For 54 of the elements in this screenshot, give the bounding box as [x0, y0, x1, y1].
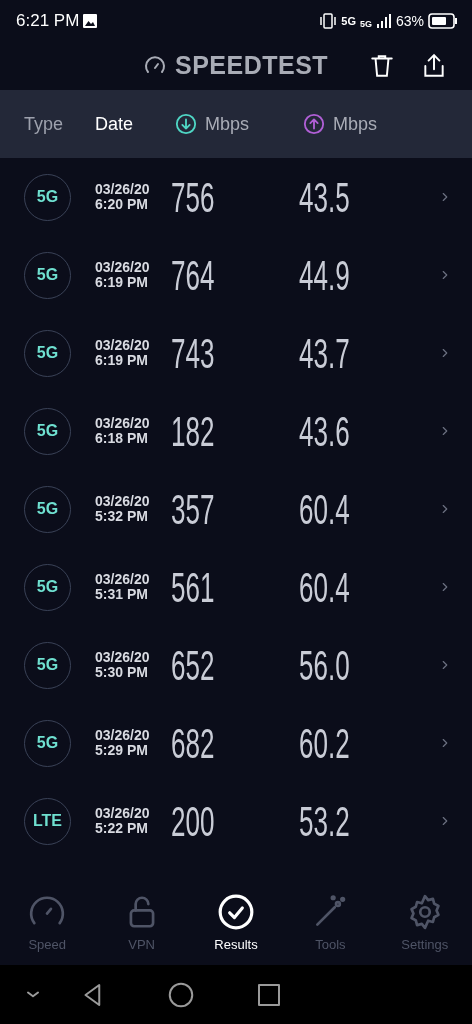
test-time: 6:18 PM [95, 431, 149, 447]
vibrate-icon [319, 13, 338, 29]
network-label: 5G [341, 13, 356, 29]
test-time: 5:29 PM [95, 743, 149, 759]
upload-speed: 60.4 [299, 562, 350, 613]
download-speed: 756 [171, 172, 215, 223]
download-speed: 182 [171, 406, 215, 457]
network-label: 5G [359, 18, 372, 32]
download-speed: 652 [171, 640, 215, 691]
signal-icon [375, 13, 392, 29]
upload-speed: 43.7 [299, 328, 350, 379]
app-title: SPEEDTEST [175, 50, 329, 82]
test-date: 03/26/20 [95, 727, 151, 743]
column-header[interactable]: Type [24, 110, 64, 138]
battery-icon [428, 13, 458, 29]
test-date: 03/26/20 [95, 649, 151, 665]
test-time: 5:31 PM [95, 587, 149, 603]
test-date: 03/26/20 [95, 181, 151, 197]
test-date: 03/26/20 [95, 415, 151, 431]
upload-speed: 56.0 [299, 640, 350, 691]
download-speed: 357 [171, 484, 215, 535]
test-date: 03/26/20 [95, 571, 151, 587]
test-date: 03/26/20 [95, 805, 151, 821]
status-time: 6:21 PM [16, 10, 80, 33]
download-speed: 743 [171, 328, 215, 379]
download-icon [175, 113, 197, 135]
upload-speed: 43.5 [299, 172, 350, 223]
delete-button[interactable] [368, 52, 396, 80]
download-speed: 682 [171, 718, 215, 769]
image-notification-icon [83, 14, 98, 28]
column-header[interactable]: Date [95, 110, 134, 138]
download-speed: 561 [171, 562, 215, 613]
test-date: 03/26/20 [95, 493, 151, 509]
tab[interactable]: Results [188, 882, 284, 965]
column-header[interactable]: Mbps [205, 110, 249, 138]
upload-speed: 43.6 [299, 406, 350, 457]
upload-speed: 53.2 [299, 796, 350, 847]
test-date: 03/26/20 [95, 337, 151, 353]
upload-speed: 44.9 [299, 250, 350, 301]
checkmark-circle-icon [217, 892, 255, 931]
download-speed: 764 [171, 250, 215, 301]
test-time: 6:19 PM [95, 275, 149, 291]
battery-percent: 63% [395, 11, 424, 31]
test-time: 5:22 PM [95, 821, 149, 837]
download-speed: 200 [171, 796, 215, 847]
upload-icon [303, 113, 325, 135]
test-time: 5:30 PM [95, 665, 149, 681]
upload-speed: 60.4 [299, 484, 350, 535]
upload-speed: 60.2 [299, 718, 350, 769]
test-time: 6:20 PM [95, 197, 149, 213]
column-header[interactable]: Mbps [333, 110, 377, 138]
test-time: 5:32 PM [95, 509, 149, 525]
test-date: 03/26/20 [95, 259, 151, 275]
test-time: 6:19 PM [95, 353, 149, 369]
